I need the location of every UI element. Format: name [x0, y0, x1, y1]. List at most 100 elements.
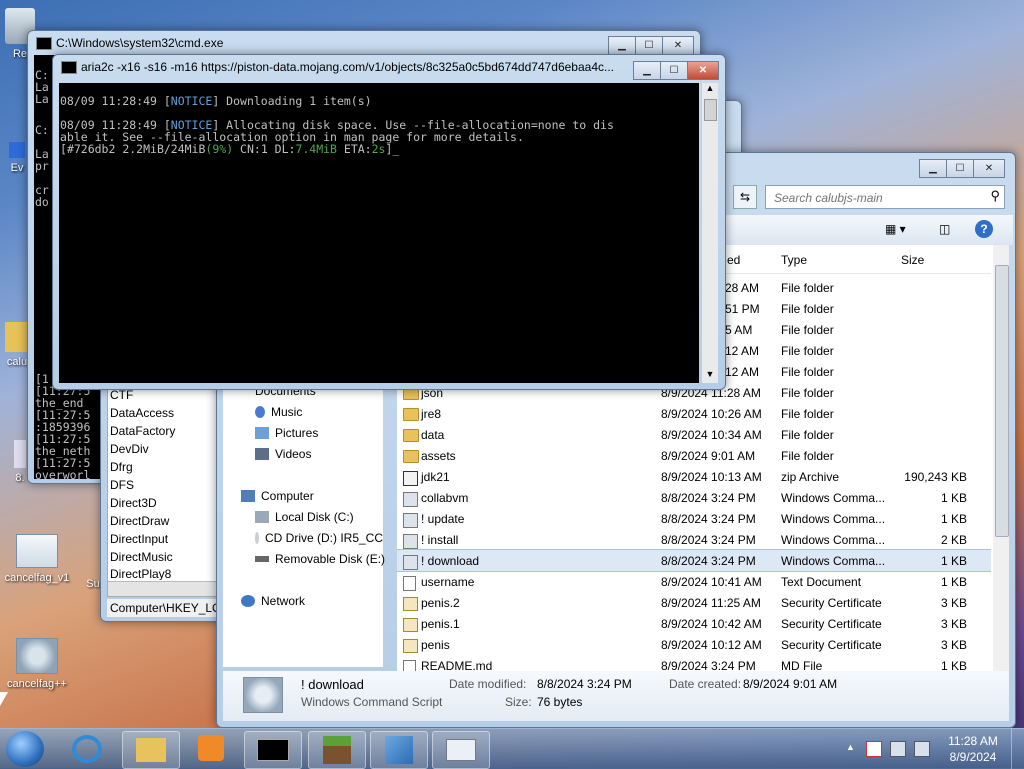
desktop-icon-cancelfag-v1[interactable]: cancelfag_v1: [2, 534, 72, 584]
progress-percent: (9%): [205, 142, 234, 156]
status-text: Computer\HKEY_LO: [110, 601, 217, 615]
file-type: MD File: [781, 659, 823, 671]
details-name: ! download: [301, 677, 364, 692]
scroll-down-arrow[interactable]: ▼: [702, 369, 718, 383]
vertical-scrollbar[interactable]: ▲ ▼: [701, 83, 718, 383]
nav-removable-disk[interactable]: Removable Disk (E:): [255, 552, 385, 566]
registry-key[interactable]: Dfrg: [110, 460, 133, 474]
registry-key[interactable]: CTF: [110, 388, 133, 402]
file-date: 8/9/2024 11:25 AM: [661, 596, 761, 610]
registry-key[interactable]: DirectMusic: [110, 550, 173, 564]
nav-videos[interactable]: Videos: [255, 447, 311, 461]
aria2c-window[interactable]: aria2c -x16 -s16 -m16 https://piston-dat…: [52, 54, 726, 390]
grass-block-icon: [323, 736, 351, 764]
table-row[interactable]: jdk21 8/9/2024 10:13 AM zip Archive 190,243…: [397, 466, 991, 487]
nav-pictures[interactable]: Pictures: [255, 426, 318, 440]
taskbar-minecraft-button[interactable]: [308, 731, 366, 769]
column-date-header[interactable]: ed: [727, 253, 740, 267]
volume-muted-icon[interactable]: [914, 741, 930, 757]
registry-key[interactable]: DirectDraw: [110, 514, 169, 528]
taskbar-cmd-button[interactable]: [244, 731, 302, 769]
registry-key[interactable]: DataAccess: [110, 406, 174, 420]
file-name: assets: [421, 449, 456, 463]
view-options-button[interactable]: ▦ ▾: [885, 222, 906, 236]
registry-key[interactable]: DevDiv: [110, 442, 149, 456]
preview-pane-button[interactable]: ◫: [939, 222, 950, 236]
security-alert-icon[interactable]: [866, 741, 882, 757]
scroll-thumb[interactable]: [995, 265, 1009, 537]
taskbar-explorer-button[interactable]: [122, 731, 180, 769]
file-name: jdk21: [421, 470, 450, 484]
maximize-button[interactable]: ☐: [635, 36, 663, 55]
show-hidden-icons-button[interactable]: ▲: [846, 742, 855, 752]
column-type-header[interactable]: Type: [781, 253, 807, 267]
registry-key[interactable]: Direct3D: [110, 496, 157, 510]
nav-music[interactable]: Music: [255, 405, 302, 419]
gear-icon: [16, 638, 58, 674]
network-icon[interactable]: [890, 741, 906, 757]
file-type: Windows Comma...: [781, 512, 886, 526]
registry-key[interactable]: DataFactory: [110, 424, 175, 438]
table-row[interactable]: ! install 8/8/2024 3:24 PM Windows Comma..…: [397, 529, 991, 550]
internet-explorer-icon[interactable]: [72, 735, 102, 763]
minimize-button[interactable]: ▁: [608, 36, 636, 55]
media-player-icon[interactable]: [198, 735, 224, 761]
search-box[interactable]: ⚲: [765, 185, 1005, 209]
desktop-icon-cancelfag-plus[interactable]: cancelfag++: [2, 638, 72, 690]
table-row[interactable]: data 8/9/2024 10:34 AM File folder: [397, 424, 991, 445]
registry-key[interactable]: DirectPlay8: [110, 568, 171, 580]
table-row[interactable]: penis.1 8/9/2024 10:42 AM Security Certifi…: [397, 613, 991, 634]
table-row[interactable]: collabvm 8/8/2024 3:24 PM Windows Comma...…: [397, 487, 991, 508]
show-desktop-button[interactable]: [1011, 729, 1024, 769]
file-date: 8/9/2024 10:12 AM: [661, 638, 762, 652]
aria2c-titlebar[interactable]: aria2c -x16 -s16 -m16 https://piston-dat…: [53, 55, 725, 80]
console-line: do: [35, 195, 49, 209]
minimize-button[interactable]: ▁: [633, 61, 661, 80]
maximize-button[interactable]: ☐: [660, 61, 688, 80]
start-button[interactable]: [6, 731, 44, 767]
file-date: 8/8/2024 3:24 PM: [661, 554, 756, 568]
folder-icon: [403, 429, 419, 442]
registry-key[interactable]: DirectInput: [110, 532, 168, 546]
file-date: 8/9/2024 3:24 PM: [661, 659, 756, 671]
table-row[interactable]: README.md 8/9/2024 3:24 PM MD File 1 KB: [397, 655, 991, 671]
taskbar-regedit-button[interactable]: [370, 731, 428, 769]
minimize-button[interactable]: ▁: [919, 159, 947, 178]
nav-computer[interactable]: Computer: [241, 489, 314, 503]
document-icon: [403, 660, 416, 671]
vertical-scrollbar[interactable]: [993, 245, 1009, 671]
maximize-button[interactable]: ☐: [946, 159, 974, 178]
details-size: 76 bytes: [537, 695, 583, 709]
table-row[interactable]: ! update 8/8/2024 3:24 PM Windows Comma...…: [397, 508, 991, 529]
table-row[interactable]: ! download 8/8/2024 3:24 PM Windows Comma.…: [397, 549, 991, 572]
close-button[interactable]: ✕: [687, 61, 719, 80]
nav-local-disk[interactable]: Local Disk (C:): [255, 510, 354, 524]
nav-network[interactable]: Network: [241, 594, 305, 608]
table-row[interactable]: penis.2 8/9/2024 11:25 AM Security Certifi…: [397, 592, 991, 613]
folder-icon: [5, 322, 29, 352]
details-kind: Windows Command Script: [301, 695, 443, 709]
table-row[interactable]: penis 8/9/2024 10:12 AM Security Certifica…: [397, 634, 991, 655]
horizontal-scrollbar[interactable]: [108, 581, 218, 596]
file-type: Windows Comma...: [781, 491, 886, 505]
file-size: 3 KB: [940, 617, 967, 631]
nav-cd-drive[interactable]: CD Drive (D:) IR5_CC: [255, 531, 383, 545]
close-button[interactable]: ✕: [662, 36, 694, 55]
close-button[interactable]: ✕: [973, 159, 1005, 178]
table-row[interactable]: jre8 8/9/2024 10:26 AM File folder: [397, 403, 991, 424]
help-button[interactable]: ?: [975, 220, 993, 238]
script-icon: [403, 513, 418, 528]
column-size-header[interactable]: Size: [901, 253, 924, 267]
file-name: username: [421, 575, 475, 589]
clock[interactable]: 11:28 AM 8/9/2024: [940, 733, 1006, 765]
table-row[interactable]: username 8/9/2024 10:41 AM Text Document 1 …: [397, 571, 991, 592]
table-row[interactable]: assets 8/9/2024 9:01 AM File folder: [397, 445, 991, 466]
details-pane: ! download Windows Command Script Date m…: [223, 671, 1009, 721]
taskbar-window-button[interactable]: [432, 731, 490, 769]
scroll-thumb[interactable]: [704, 99, 717, 121]
scroll-up-arrow[interactable]: ▲: [702, 83, 718, 97]
refresh-button[interactable]: ⇆: [733, 185, 757, 209]
search-input[interactable]: [772, 188, 981, 208]
registry-key[interactable]: DFS: [110, 478, 134, 492]
cmd-titlebar[interactable]: C:\Windows\system32\cmd.exe ▁ ☐ ✕: [28, 31, 700, 55]
